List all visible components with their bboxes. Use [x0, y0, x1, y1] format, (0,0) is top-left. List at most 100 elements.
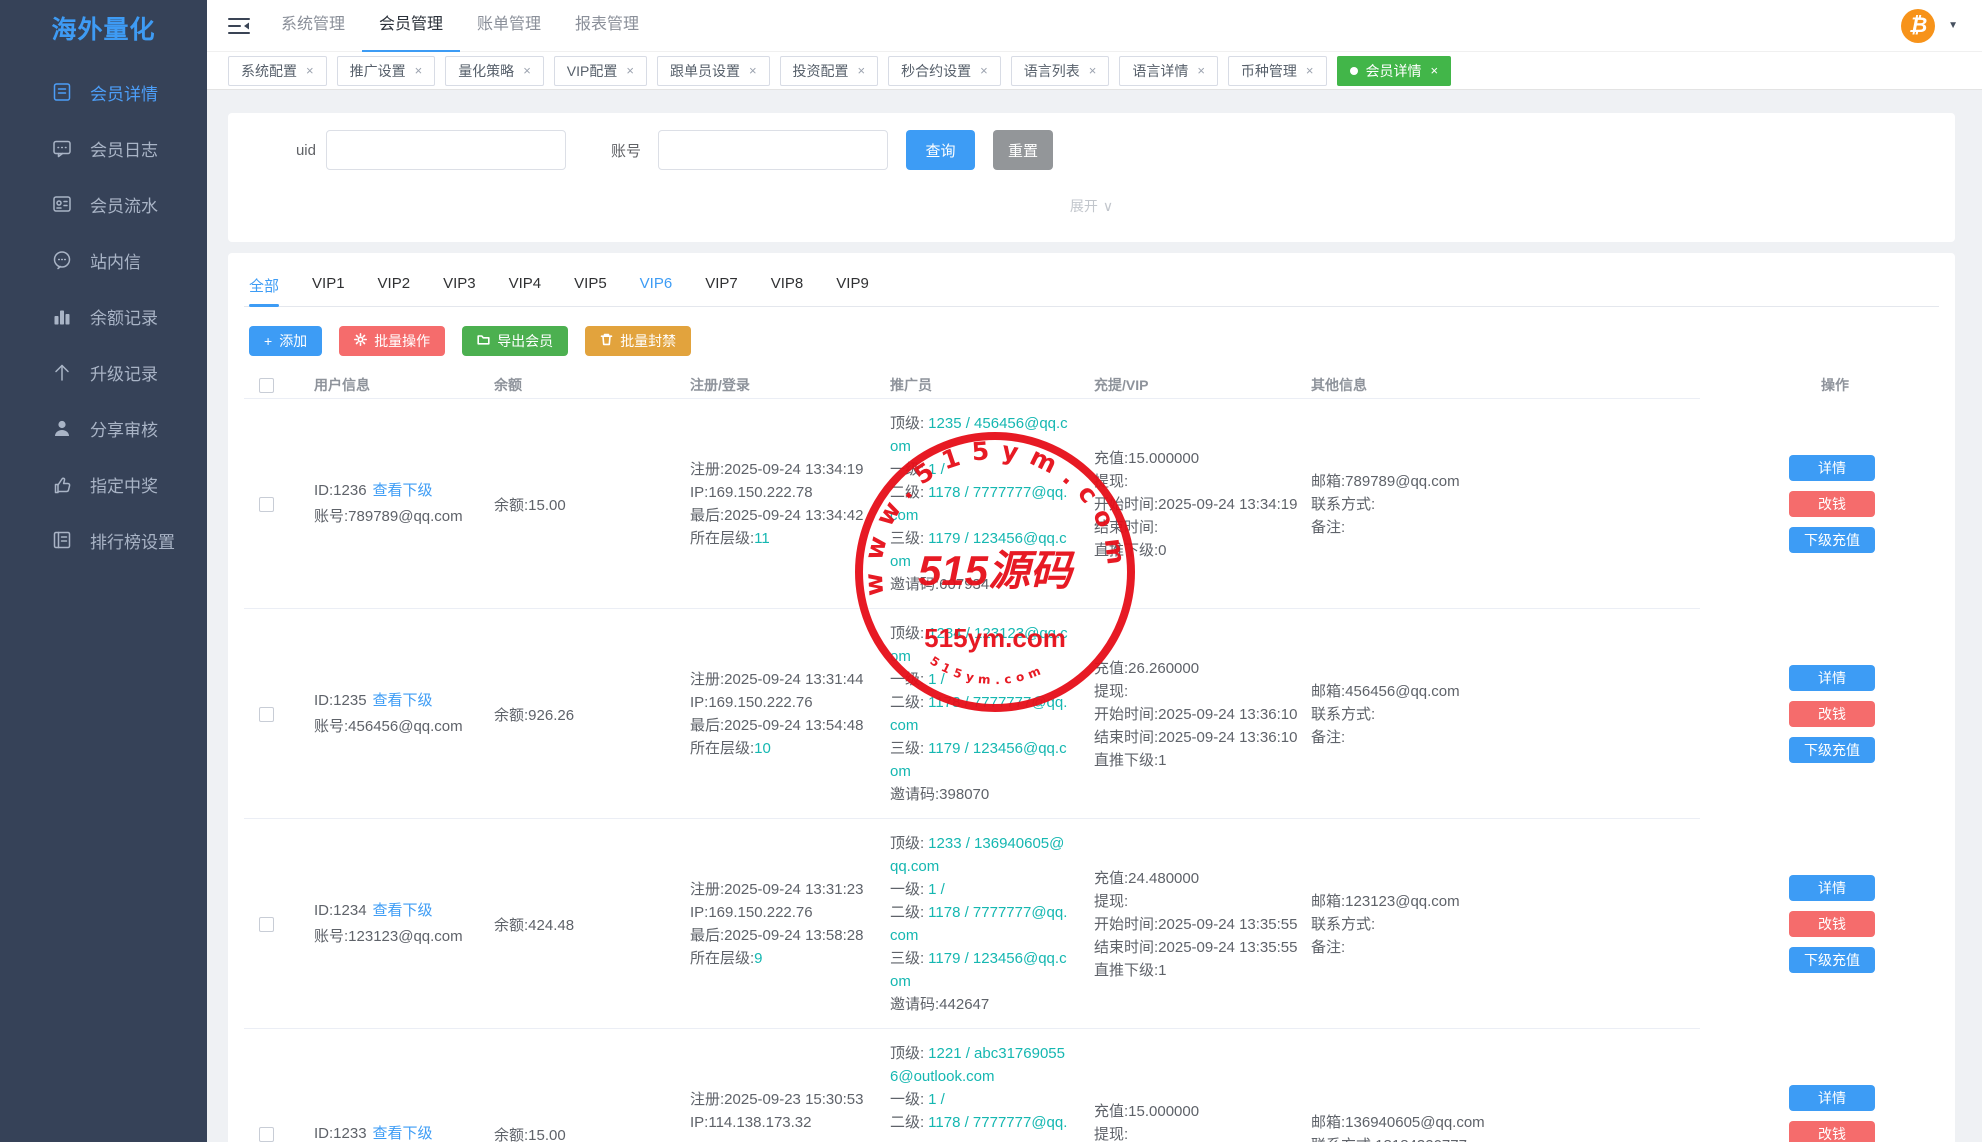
edit-money-button[interactable]: 改钱 [1789, 1121, 1875, 1142]
close-icon[interactable]: × [306, 63, 314, 78]
trash-icon [600, 333, 613, 349]
promoter-link[interactable]: 1 / [928, 1091, 945, 1108]
nav-tag[interactable]: 语言列表 × [1011, 56, 1110, 86]
row-checkbox[interactable] [259, 1127, 274, 1142]
topnav-member[interactable]: 会员管理 [362, 0, 460, 52]
level-link[interactable]: 9 [754, 950, 762, 967]
add-button[interactable]: + 添加 [249, 326, 322, 356]
detail-button[interactable]: 详情 [1789, 1085, 1875, 1111]
export-members-button[interactable]: 导出会员 [462, 326, 568, 356]
close-icon[interactable]: × [980, 63, 988, 78]
batch-ban-button[interactable]: 批量封禁 [585, 326, 691, 356]
expand-toggle[interactable]: 展开 ∨ [228, 196, 1955, 216]
close-icon[interactable]: × [1306, 63, 1314, 78]
table-row: ID:1235查看下级 账号:456456@qq.com 余额:926.26 注… [244, 609, 1939, 819]
close-icon[interactable]: × [749, 63, 757, 78]
nav-tag[interactable]: 推广设置 × [337, 56, 436, 86]
info-line: 充值:26.260000 [1094, 657, 1311, 680]
member-detail-icon [50, 80, 74, 104]
info-line: 结束时间: [1094, 516, 1311, 539]
edit-money-button[interactable]: 改钱 [1789, 911, 1875, 937]
uid-input[interactable] [326, 130, 566, 170]
close-icon[interactable]: × [523, 63, 531, 78]
detail-button[interactable]: 详情 [1789, 875, 1875, 901]
vip-tab[interactable]: 全部 [249, 275, 279, 306]
sidebar-item-assign-win[interactable]: 指定中奖 [0, 456, 207, 512]
topnav-report[interactable]: 报表管理 [558, 0, 656, 52]
detail-button[interactable]: 详情 [1789, 665, 1875, 691]
sidebar-item-upgrade-record[interactable]: 升级记录 [0, 344, 207, 400]
open-tabs-bar: 系统配置 × 推广设置 × 量化策略 × VIP配置 × 跟单员设置 × 投资配… [207, 52, 1982, 90]
reset-button[interactable]: 重置 [993, 130, 1053, 170]
nav-tag[interactable]: 量化策略 × [445, 56, 544, 86]
vip-tab[interactable]: VIP5 [574, 275, 607, 306]
promoter-link[interactable]: 1 / [928, 671, 945, 688]
bitcoin-avatar[interactable]: ₿ [1901, 9, 1935, 43]
query-button[interactable]: 查询 [906, 130, 975, 170]
nav-tag[interactable]: 跟单员设置 × [657, 56, 770, 86]
promoter-link[interactable]: 1 / [928, 881, 945, 898]
nav-tag[interactable]: 秒合约设置 × [888, 56, 1001, 86]
sidebar-item-share-audit[interactable]: 分享审核 [0, 400, 207, 456]
view-subordinates-link[interactable]: 查看下级 [373, 692, 433, 709]
table-toolbar: + 添加 批量操作 导出会员 批量封禁 [244, 326, 1939, 356]
close-icon[interactable]: × [1089, 63, 1097, 78]
info-line: 备注: [1311, 516, 1611, 539]
topnav-billing[interactable]: 账单管理 [460, 0, 558, 52]
row-checkbox[interactable] [259, 917, 274, 932]
sidebar-item-member-detail[interactable]: 会员详情 [0, 64, 207, 120]
account-input[interactable] [658, 130, 888, 170]
close-icon[interactable]: × [858, 63, 866, 78]
level-link[interactable]: 10 [754, 740, 771, 757]
detail-button[interactable]: 详情 [1789, 455, 1875, 481]
level-link[interactable]: 11 [754, 530, 770, 547]
view-subordinates-link[interactable]: 查看下级 [373, 902, 433, 919]
vip-tab[interactable]: VIP4 [509, 275, 542, 306]
sub-recharge-button[interactable]: 下级充值 [1789, 527, 1875, 553]
vip-tab[interactable]: VIP2 [378, 275, 411, 306]
sidebar-item-site-message[interactable]: 站内信 [0, 232, 207, 288]
vip-tab[interactable]: VIP7 [705, 275, 738, 306]
select-all-checkbox[interactable] [259, 378, 274, 393]
sub-recharge-button[interactable]: 下级充值 [1789, 737, 1875, 763]
sidebar-item-member-log[interactable]: 会员日志 [0, 120, 207, 176]
nav-tag[interactable]: 语言详情 × [1119, 56, 1218, 86]
promoter-link[interactable]: 1 / [928, 461, 945, 478]
nav-tag[interactable]: 会员详情 × [1337, 56, 1452, 86]
search-panel: uid 账号 查询 重置 展开 ∨ [228, 113, 1955, 242]
close-icon[interactable]: × [1197, 63, 1205, 78]
topnav-system[interactable]: 系统管理 [264, 0, 362, 52]
vip-tab[interactable]: VIP3 [443, 275, 476, 306]
row-checkbox[interactable] [259, 707, 274, 722]
user-menu-caret-icon[interactable]: ▼ [1948, 20, 1958, 31]
register-login-cell: 注册:2025-09-24 13:34:19 IP:169.150.222.78… [690, 458, 890, 550]
app-logo: 海外量化 [0, 0, 207, 56]
view-subordinates-link[interactable]: 查看下级 [373, 482, 433, 499]
edit-money-button[interactable]: 改钱 [1789, 491, 1875, 517]
vip-tab[interactable]: VIP8 [771, 275, 804, 306]
row-checkbox[interactable] [259, 497, 274, 512]
actions-cell: 详情 改钱 下级充值 [1611, 450, 1939, 558]
vip-tab[interactable]: VIP9 [836, 275, 869, 306]
nav-tag[interactable]: VIP配置 × [554, 56, 647, 86]
edit-money-button[interactable]: 改钱 [1789, 701, 1875, 727]
close-icon[interactable]: × [415, 63, 423, 78]
view-subordinates-link[interactable]: 查看下级 [373, 1125, 433, 1142]
nav-tag[interactable]: 系统配置 × [228, 56, 327, 86]
batch-operate-button[interactable]: 批量操作 [339, 326, 445, 356]
close-icon[interactable]: × [626, 63, 634, 78]
table-row: ID:1233查看下级 余额:15.00 注册:2025-09-23 15:30… [244, 1029, 1939, 1142]
sidebar-item-balance-record[interactable]: 余额记录 [0, 288, 207, 344]
sidebar-item-ranking-setting[interactable]: 排行榜设置 [0, 512, 207, 568]
info-line: 开始时间:2025-09-24 13:36:10 [1094, 703, 1311, 726]
vip-tab[interactable]: VIP1 [312, 275, 345, 306]
nav-tag[interactable]: 投资配置 × [780, 56, 879, 86]
user-id: ID:1236 [314, 482, 367, 499]
site-message-icon [50, 248, 74, 272]
vip-tab[interactable]: VIP6 [640, 275, 673, 306]
close-icon[interactable]: × [1431, 63, 1439, 78]
sidebar-item-member-flow[interactable]: 会员流水 [0, 176, 207, 232]
nav-tag[interactable]: 币种管理 × [1228, 56, 1327, 86]
menu-collapse-icon[interactable] [228, 15, 252, 37]
sub-recharge-button[interactable]: 下级充值 [1789, 947, 1875, 973]
